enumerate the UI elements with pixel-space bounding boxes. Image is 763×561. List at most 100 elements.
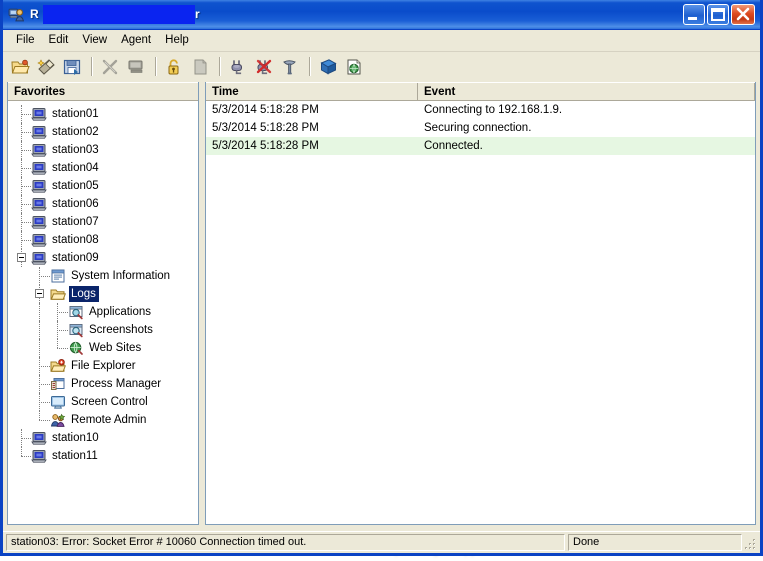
remote-admin-app-icon: [8, 8, 25, 22]
collapse-toggle-station09[interactable]: [17, 253, 26, 262]
tree-item-applications[interactable]: Applications: [8, 303, 198, 321]
toolbar-separator: [155, 57, 157, 76]
column-header-event[interactable]: Event: [418, 83, 755, 100]
table-row[interactable]: 5/3/2014 5:18:28 PM Securing connection.: [206, 119, 755, 137]
table-row[interactable]: 5/3/2014 5:18:28 PM Connecting to 192.16…: [206, 101, 755, 119]
toolbar-help-button[interactable]: [316, 55, 341, 79]
computer-icon: [31, 216, 47, 229]
tree-item-label: File Explorer: [71, 360, 136, 372]
disconnect-plug-icon: [256, 59, 272, 74]
tree-item-station03[interactable]: station03: [8, 141, 198, 159]
menu-edit[interactable]: Edit: [42, 31, 76, 50]
toolbar: [3, 52, 760, 82]
tree-item-station08[interactable]: station08: [8, 231, 198, 249]
maximize-button[interactable]: [707, 4, 729, 25]
collapse-toggle-logs[interactable]: [35, 289, 44, 298]
application-window: R r File Edit View Agent Help Favorites …: [0, 0, 763, 556]
tree-item-label: Screen Control: [71, 396, 148, 408]
tree-item-screenshots[interactable]: Screenshots: [8, 321, 198, 339]
screenshots-log-icon: [69, 324, 83, 338]
tree-item-label: station02: [52, 126, 99, 138]
open-folder-icon: [50, 289, 66, 300]
tree-item-station06[interactable]: station06: [8, 195, 198, 213]
tree-item-label: Web Sites: [89, 342, 142, 354]
tree-item-web-sites[interactable]: Web Sites: [8, 339, 198, 357]
tree-item-process-manager[interactable]: Process Manager: [8, 375, 198, 393]
close-button[interactable]: [731, 4, 755, 25]
tree-item-station09[interactable]: station09: [8, 249, 198, 267]
resize-grip-icon[interactable]: [743, 537, 757, 551]
tree-item-station02[interactable]: station02: [8, 123, 198, 141]
toolbar-separator: [91, 57, 93, 76]
connect-plug-icon: [231, 59, 242, 74]
menu-help[interactable]: Help: [158, 31, 196, 50]
tree-item-remote-admin[interactable]: Remote Admin: [8, 411, 198, 429]
computer-icon: [31, 126, 47, 139]
menu-file[interactable]: File: [9, 31, 42, 50]
toolbar-website-button[interactable]: [342, 55, 367, 79]
websites-log-icon: [69, 341, 83, 355]
hammer-tools-icon: [283, 59, 296, 74]
toolbar-save-agent-button[interactable]: [60, 55, 85, 79]
toolbar-tools-button[interactable]: [278, 55, 303, 79]
toolbar-connect-button[interactable]: [226, 55, 251, 79]
maximize-icon: [711, 8, 725, 21]
favorites-tree[interactable]: station01 station02 station03 station04 …: [8, 102, 198, 524]
tree-item-station10[interactable]: station10: [8, 429, 198, 447]
remote-admin-icon: [50, 413, 66, 427]
tree-item-station01[interactable]: station01: [8, 105, 198, 123]
favorites-header: Favorites: [8, 82, 198, 101]
rename-computer-icon: [128, 60, 143, 73]
event-log-panel: Time Event 5/3/2014 5:18:28 PM Connectin…: [205, 82, 756, 525]
computer-icon: [31, 198, 47, 211]
tree-item-label: station05: [52, 180, 99, 192]
tree-item-screen-control[interactable]: Screen Control: [8, 393, 198, 411]
log-time: 5/3/2014 5:18:28 PM: [212, 122, 319, 134]
computer-icon: [31, 162, 47, 175]
minimize-icon: [688, 17, 697, 20]
tree-item-station07[interactable]: station07: [8, 213, 198, 231]
computer-icon: [31, 252, 47, 265]
tree-item-label: station10: [52, 432, 99, 444]
tree-item-label: station11: [52, 450, 98, 462]
window-title-redaction: [43, 5, 195, 24]
toolbar-wand-button[interactable]: [34, 55, 59, 79]
toolbar-separator: [219, 57, 221, 76]
log-time: 5/3/2014 5:18:28 PM: [212, 104, 319, 116]
status-bar: station03: Error: Socket Error # 10060 C…: [3, 531, 760, 553]
log-event: Connected.: [424, 140, 483, 152]
file-explorer-icon: [50, 358, 66, 372]
tree-item-label: Process Manager: [71, 378, 162, 390]
web-page-icon: [347, 59, 361, 74]
tree-item-station04[interactable]: station04: [8, 159, 198, 177]
tree-item-logs[interactable]: Logs: [8, 285, 198, 303]
title-bar: R r: [3, 0, 760, 30]
unlock-icon: [168, 58, 179, 74]
tree-item-label: Logs: [69, 286, 99, 302]
tree-item-station11[interactable]: station11: [8, 447, 198, 465]
toolbar-separator: [309, 57, 311, 76]
window-title-suffix: r: [195, 7, 200, 21]
content-area: Favorites station01 station02 station03 …: [3, 80, 760, 528]
column-header-time[interactable]: Time: [206, 83, 418, 100]
system-info-icon: [51, 269, 65, 283]
toolbar-open-folder-button[interactable]: [8, 55, 33, 79]
toolbar-disconnect-button[interactable]: [252, 55, 277, 79]
menu-agent[interactable]: Agent: [114, 31, 158, 50]
tree-item-station05[interactable]: station05: [8, 177, 198, 195]
tree-item-system-information[interactable]: System Information: [8, 267, 198, 285]
table-row[interactable]: 5/3/2014 5:18:28 PM Connected.: [206, 137, 755, 155]
status-done: Done: [568, 534, 742, 551]
tree-item-label: station03: [52, 144, 99, 156]
menu-view[interactable]: View: [75, 31, 114, 50]
status-message: station03: Error: Socket Error # 10060 C…: [6, 534, 565, 551]
toolbar-properties-button[interactable]: [188, 55, 213, 79]
tree-item-label: station06: [52, 198, 99, 210]
toolbar-rename-button[interactable]: [124, 55, 149, 79]
toolbar-unlock-button[interactable]: [162, 55, 187, 79]
tree-item-file-explorer[interactable]: File Explorer: [8, 357, 198, 375]
close-icon: [736, 7, 750, 21]
minimize-button[interactable]: [683, 4, 705, 25]
toolbar-delete-button[interactable]: [98, 55, 123, 79]
event-log-header: Time Event: [206, 82, 755, 101]
